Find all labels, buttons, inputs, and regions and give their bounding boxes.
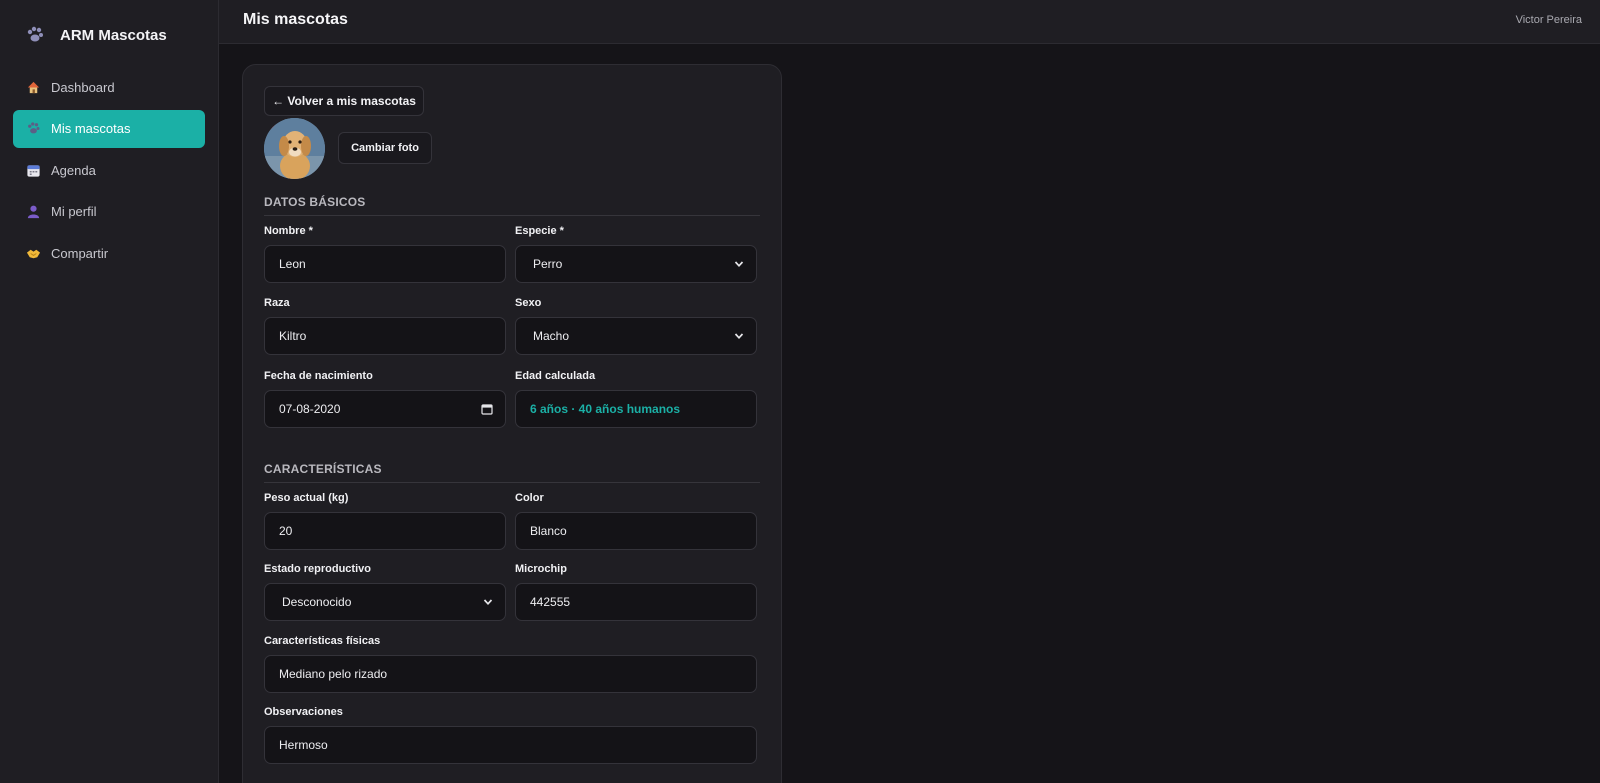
- sidebar-item-label: Agenda: [51, 162, 96, 178]
- sidebar-item-compartir[interactable]: Compartir: [13, 234, 205, 272]
- birthdate-field-group: Fecha de nacimiento 07-08-2020: [264, 370, 506, 428]
- species-label: Especie *: [515, 225, 564, 237]
- weight-field-group: Peso actual (kg) 20: [264, 492, 506, 550]
- sidebar-item-label: Compartir: [51, 245, 109, 261]
- age-label: Edad calculada: [515, 370, 596, 382]
- physical-label: Características físicas: [264, 635, 381, 647]
- sidebar-nav: Dashboard Mis mascotas Agenda Mi perfil …: [13, 68, 205, 276]
- name-field-group: Nombre * Leon: [264, 225, 506, 283]
- top-header: Mis mascotas Victor Pereira: [219, 0, 1600, 44]
- sidebar-item-mi-perfil[interactable]: Mi perfil: [13, 193, 205, 231]
- color-label: Color: [515, 492, 544, 504]
- chevron-down-icon: [734, 259, 744, 269]
- microchip-input[interactable]: 442555: [515, 583, 757, 621]
- breed-input[interactable]: Kiltro: [264, 317, 506, 355]
- section-title-basic: DATOS BÁSICOS: [264, 195, 760, 216]
- reproductive-select[interactable]: Desconocido: [264, 583, 506, 621]
- name-value: Leon: [279, 257, 306, 271]
- sidebar-item-label: Dashboard: [51, 79, 115, 95]
- brand[interactable]: ARM Mascotas: [24, 24, 167, 46]
- color-value: Blanco: [530, 524, 567, 538]
- sidebar-item-mis-mascotas[interactable]: Mis mascotas: [13, 109, 205, 148]
- age-display: 6 años · 40 años humanos: [515, 390, 757, 428]
- pet-avatar: [264, 118, 325, 179]
- sidebar-item-label: Mi perfil: [51, 204, 97, 219]
- pet-edit-card: ← Volver a mis mascotas Cambiar foto DAT…: [242, 64, 782, 783]
- color-input[interactable]: Blanco: [515, 512, 757, 550]
- paw-icon: [24, 24, 46, 46]
- reproductive-label: Estado reproductivo: [264, 563, 371, 575]
- chevron-down-icon: [483, 597, 493, 607]
- breed-label: Raza: [264, 297, 290, 309]
- page-title: Mis mascotas: [243, 11, 348, 28]
- sidebar-item-dashboard[interactable]: Dashboard: [13, 68, 205, 106]
- age-value: 6 años · 40 años humanos: [530, 402, 681, 416]
- microchip-label: Microchip: [515, 563, 567, 575]
- notes-input[interactable]: Hermoso: [264, 726, 757, 764]
- physical-input[interactable]: Mediano pelo rizado: [264, 655, 757, 693]
- calendar-icon: [25, 162, 41, 178]
- physical-field-group: Características físicas Mediano pelo riz…: [264, 635, 757, 693]
- sex-value: Macho: [533, 329, 570, 343]
- change-photo-button[interactable]: Cambiar foto: [338, 132, 432, 164]
- microchip-value: 442555: [530, 595, 571, 609]
- microchip-field-group: Microchip 442555: [515, 563, 757, 621]
- handshake-icon: [25, 245, 41, 261]
- reproductive-field-group: Estado reproductivo Desconocido: [264, 563, 506, 621]
- name-label: Nombre *: [264, 225, 313, 237]
- color-field-group: Color Blanco: [515, 492, 757, 550]
- user-icon: [25, 204, 41, 220]
- chevron-down-icon: [734, 331, 744, 341]
- sidebar-item-label: Mis mascotas: [51, 121, 131, 136]
- physical-value: Mediano pelo rizado: [279, 667, 388, 681]
- name-input[interactable]: Leon: [264, 245, 506, 283]
- house-icon: [25, 79, 41, 95]
- birthdate-label: Fecha de nacimiento: [264, 370, 373, 382]
- weight-input[interactable]: 20: [264, 512, 506, 550]
- calendar-icon[interactable]: [481, 403, 493, 415]
- notes-field-group: Observaciones Hermoso: [264, 706, 757, 764]
- birthdate-value: 07-08-2020: [279, 402, 341, 416]
- section-title-characteristics: CARACTERÍSTICAS: [264, 462, 760, 483]
- weight-value: 20: [279, 524, 293, 538]
- change-photo-label: Cambiar foto: [351, 142, 419, 154]
- sidebar: ARM Mascotas Dashboard Mis mascotas Agen…: [0, 0, 219, 783]
- notes-value: Hermoso: [279, 738, 328, 752]
- species-value: Perro: [533, 257, 563, 271]
- sex-label: Sexo: [515, 297, 542, 309]
- breed-value: Kiltro: [279, 329, 307, 343]
- sex-field-group: Sexo Macho: [515, 297, 757, 355]
- age-field-group: Edad calculada 6 años · 40 años humanos: [515, 370, 757, 428]
- weight-label: Peso actual (kg): [264, 492, 349, 504]
- species-field-group: Especie * Perro: [515, 225, 757, 283]
- user-name[interactable]: Victor Pereira: [1516, 14, 1582, 26]
- back-button-label: ← Volver a mis mascotas: [272, 94, 416, 108]
- birthdate-input[interactable]: 07-08-2020: [264, 390, 506, 428]
- reproductive-value: Desconocido: [282, 595, 352, 609]
- sex-select[interactable]: Macho: [515, 317, 757, 355]
- breed-field-group: Raza Kiltro: [264, 297, 506, 355]
- back-button[interactable]: ← Volver a mis mascotas: [264, 86, 424, 116]
- paw-icon: [25, 121, 41, 137]
- notes-label: Observaciones: [264, 706, 343, 718]
- sidebar-item-agenda[interactable]: Agenda: [13, 151, 205, 189]
- app-title: ARM Mascotas: [60, 26, 167, 44]
- species-select[interactable]: Perro: [515, 245, 757, 283]
